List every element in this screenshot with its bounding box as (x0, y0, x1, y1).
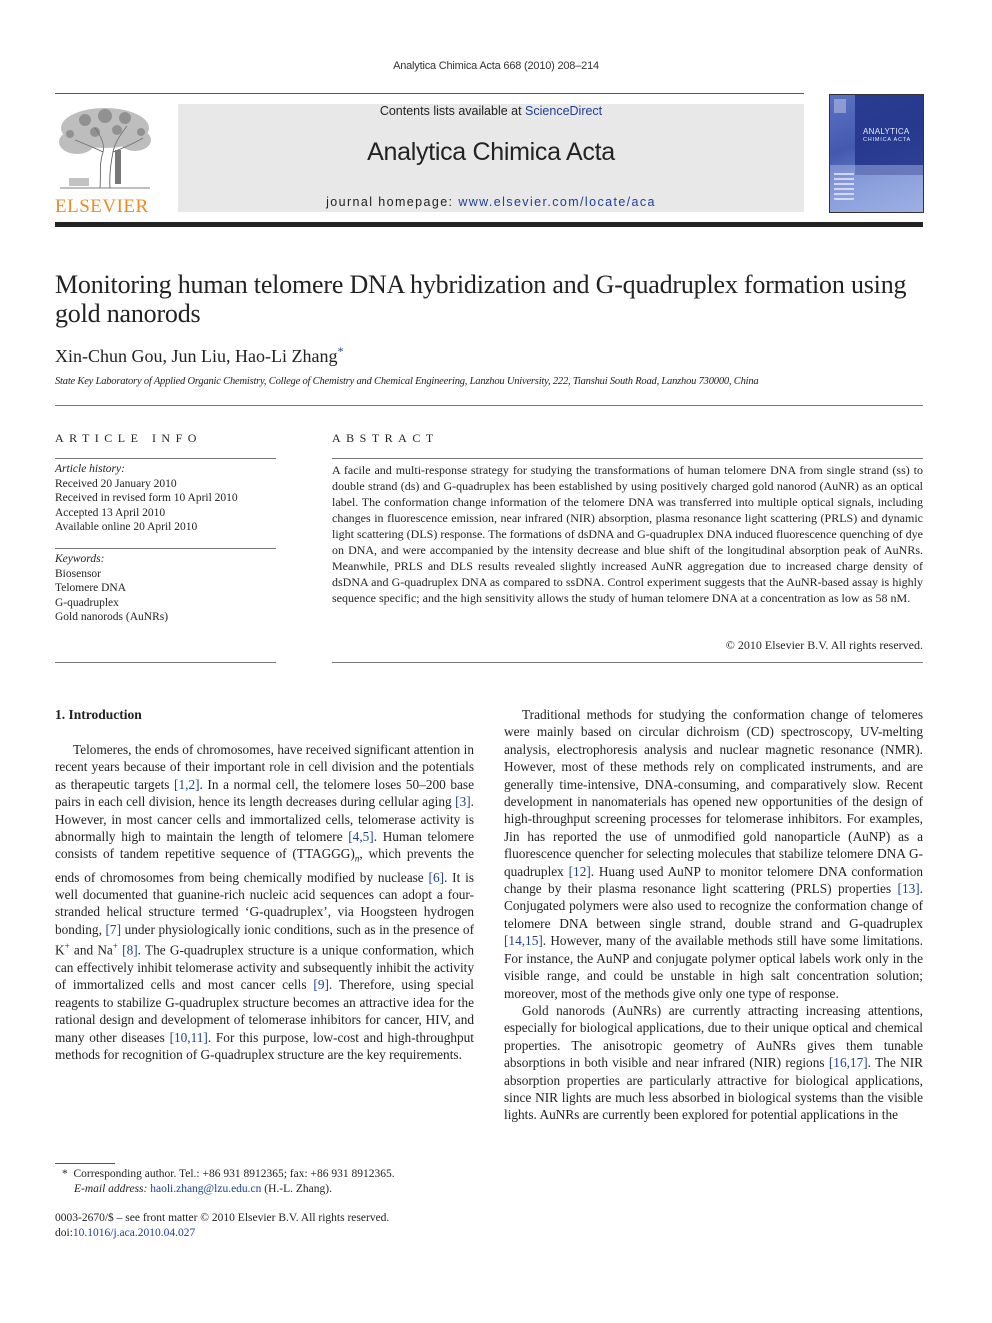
homepage-prefix: journal homepage: (326, 195, 459, 209)
article-title: Monitoring human telomere DNA hybridizat… (55, 270, 907, 328)
article-history-label: Article history: (55, 463, 125, 475)
citation-link[interactable]: [3] (455, 794, 471, 809)
footnote-corresponding: * Corresponding author. Tel.: +86 931 89… (62, 1167, 482, 1197)
affiliation-rule (55, 405, 923, 406)
superscript: + (64, 941, 70, 952)
homepage-link[interactable]: www.elsevier.com/locate/aca (458, 195, 656, 209)
citation-link[interactable]: [14,15] (504, 933, 543, 948)
elsevier-tree-icon (59, 108, 151, 189)
affiliation: State Key Laboratory of Applied Organic … (55, 376, 759, 387)
running-head: Analytica Chimica Acta 668 (2010) 208–21… (393, 60, 599, 72)
cover-title: ANALYTICA CHIMICA ACTA (863, 128, 911, 144)
cover-title-line2: CHIMICA ACTA (863, 137, 912, 143)
keywords: Keywords: Biosensor Telomere DNA G-quadr… (55, 552, 276, 625)
intro-left-column: Telomeres, the ends of chromosomes, have… (55, 741, 474, 1063)
journal-homepage: journal homepage: www.elsevier.com/locat… (178, 195, 804, 209)
corresponding-author-mark[interactable]: * (337, 344, 343, 358)
footnote-mark: * (62, 1168, 68, 1180)
contents-prefix: Contents lists available at (379, 104, 526, 118)
abstract-rule (332, 458, 923, 459)
keyword-item: G-quadruplex (55, 596, 119, 609)
elsevier-logo[interactable]: ELSEVIER (55, 104, 155, 217)
email-link[interactable]: haoli.zhang@lzu.edu.cn (150, 1183, 261, 1195)
front-matter-line: 0003-2670/$ – see front matter © 2010 El… (55, 1212, 390, 1224)
front-matter: 0003-2670/$ – see front matter © 2010 El… (55, 1211, 485, 1241)
citation-link[interactable]: [7] (106, 922, 122, 937)
intro-paragraph: Gold nanorods (AuNRs) are currently attr… (504, 1002, 923, 1123)
cover-contents-lines (834, 173, 854, 203)
citation-link[interactable]: [6] (429, 870, 445, 885)
abstract-heading: ABSTRACT (332, 431, 439, 445)
keywords-label: Keywords: (55, 553, 105, 565)
author-list: Xin-Chun Gou, Jun Liu, Hao-Li Zhang (55, 346, 338, 366)
email-suffix: (H.-L. Zhang). (261, 1183, 332, 1195)
citation-link[interactable]: [1,2] (174, 777, 199, 792)
footnote-rule (55, 1163, 115, 1164)
article-history: Article history: Received 20 January 201… (55, 462, 276, 535)
email-label: E-mail address: (74, 1183, 148, 1195)
keyword-item: Biosensor (55, 567, 101, 580)
intro-paragraph: Telomeres, the ends of chromosomes, have… (55, 742, 474, 1062)
cover-logo-icon (834, 99, 846, 113)
keywords-rule (55, 548, 276, 549)
journal-cover-thumbnail[interactable]: ANALYTICA CHIMICA ACTA (829, 94, 924, 213)
elsevier-wordmark: ELSEVIER (55, 196, 149, 217)
keyword-item: Telomere DNA (55, 582, 127, 594)
history-received: Received 20 January 2010 (55, 477, 177, 490)
history-accepted: Accepted 13 April 2010 (55, 506, 166, 519)
doi-prefix: doi: (55, 1227, 73, 1239)
section-heading-introduction: 1. Introduction (55, 707, 142, 722)
doi-link[interactable]: 10.1016/j.aca.2010.04.027 (73, 1227, 195, 1239)
subscript: n (354, 854, 360, 865)
header-rule (55, 93, 804, 94)
corresponding-author-note: Corresponding author. Tel.: +86 931 8912… (73, 1168, 395, 1180)
superscript: + (112, 941, 118, 952)
abstract-bottom-rule (332, 662, 923, 663)
intro-paragraph: Traditional methods for studying the con… (504, 707, 923, 1001)
article-info-rule (55, 458, 276, 459)
intro-right-column: Traditional methods for studying the con… (504, 706, 923, 1124)
citation-link[interactable]: [9] (313, 977, 329, 992)
journal-banner: Contents lists available at ScienceDirec… (178, 104, 804, 212)
citation-link[interactable]: [16,17] (829, 1055, 868, 1070)
keyword-item: Gold nanorods (AuNRs) (55, 611, 169, 623)
authors: Xin-Chun Gou, Jun Liu, Hao-Li Zhang* (55, 344, 343, 367)
article-info-bottom-rule (55, 662, 276, 663)
abstract-text: A facile and multi-response strategy for… (332, 463, 923, 605)
sciencedirect-link[interactable]: ScienceDirect (525, 104, 602, 118)
article-info-heading: ARTICLE INFO (55, 431, 202, 445)
citation-link[interactable]: [8] (122, 943, 138, 958)
contents-line: Contents lists available at ScienceDirec… (178, 104, 804, 118)
header-thick-rule (55, 222, 923, 227)
citation-link[interactable]: [12] (569, 864, 591, 879)
history-online: Available online 20 April 2010 (55, 521, 198, 533)
cover-title-line1: ANALYTICA (863, 127, 910, 136)
abstract-copyright: © 2010 Elsevier B.V. All rights reserved… (725, 638, 923, 652)
citation-link[interactable]: [10,11] (170, 1030, 208, 1045)
citation-link[interactable]: [4,5] (348, 829, 373, 844)
history-revised: Received in revised form 10 April 2010 (55, 492, 238, 504)
journal-title: Analytica Chimica Acta (367, 138, 615, 166)
citation-link[interactable]: [13] (898, 881, 920, 896)
